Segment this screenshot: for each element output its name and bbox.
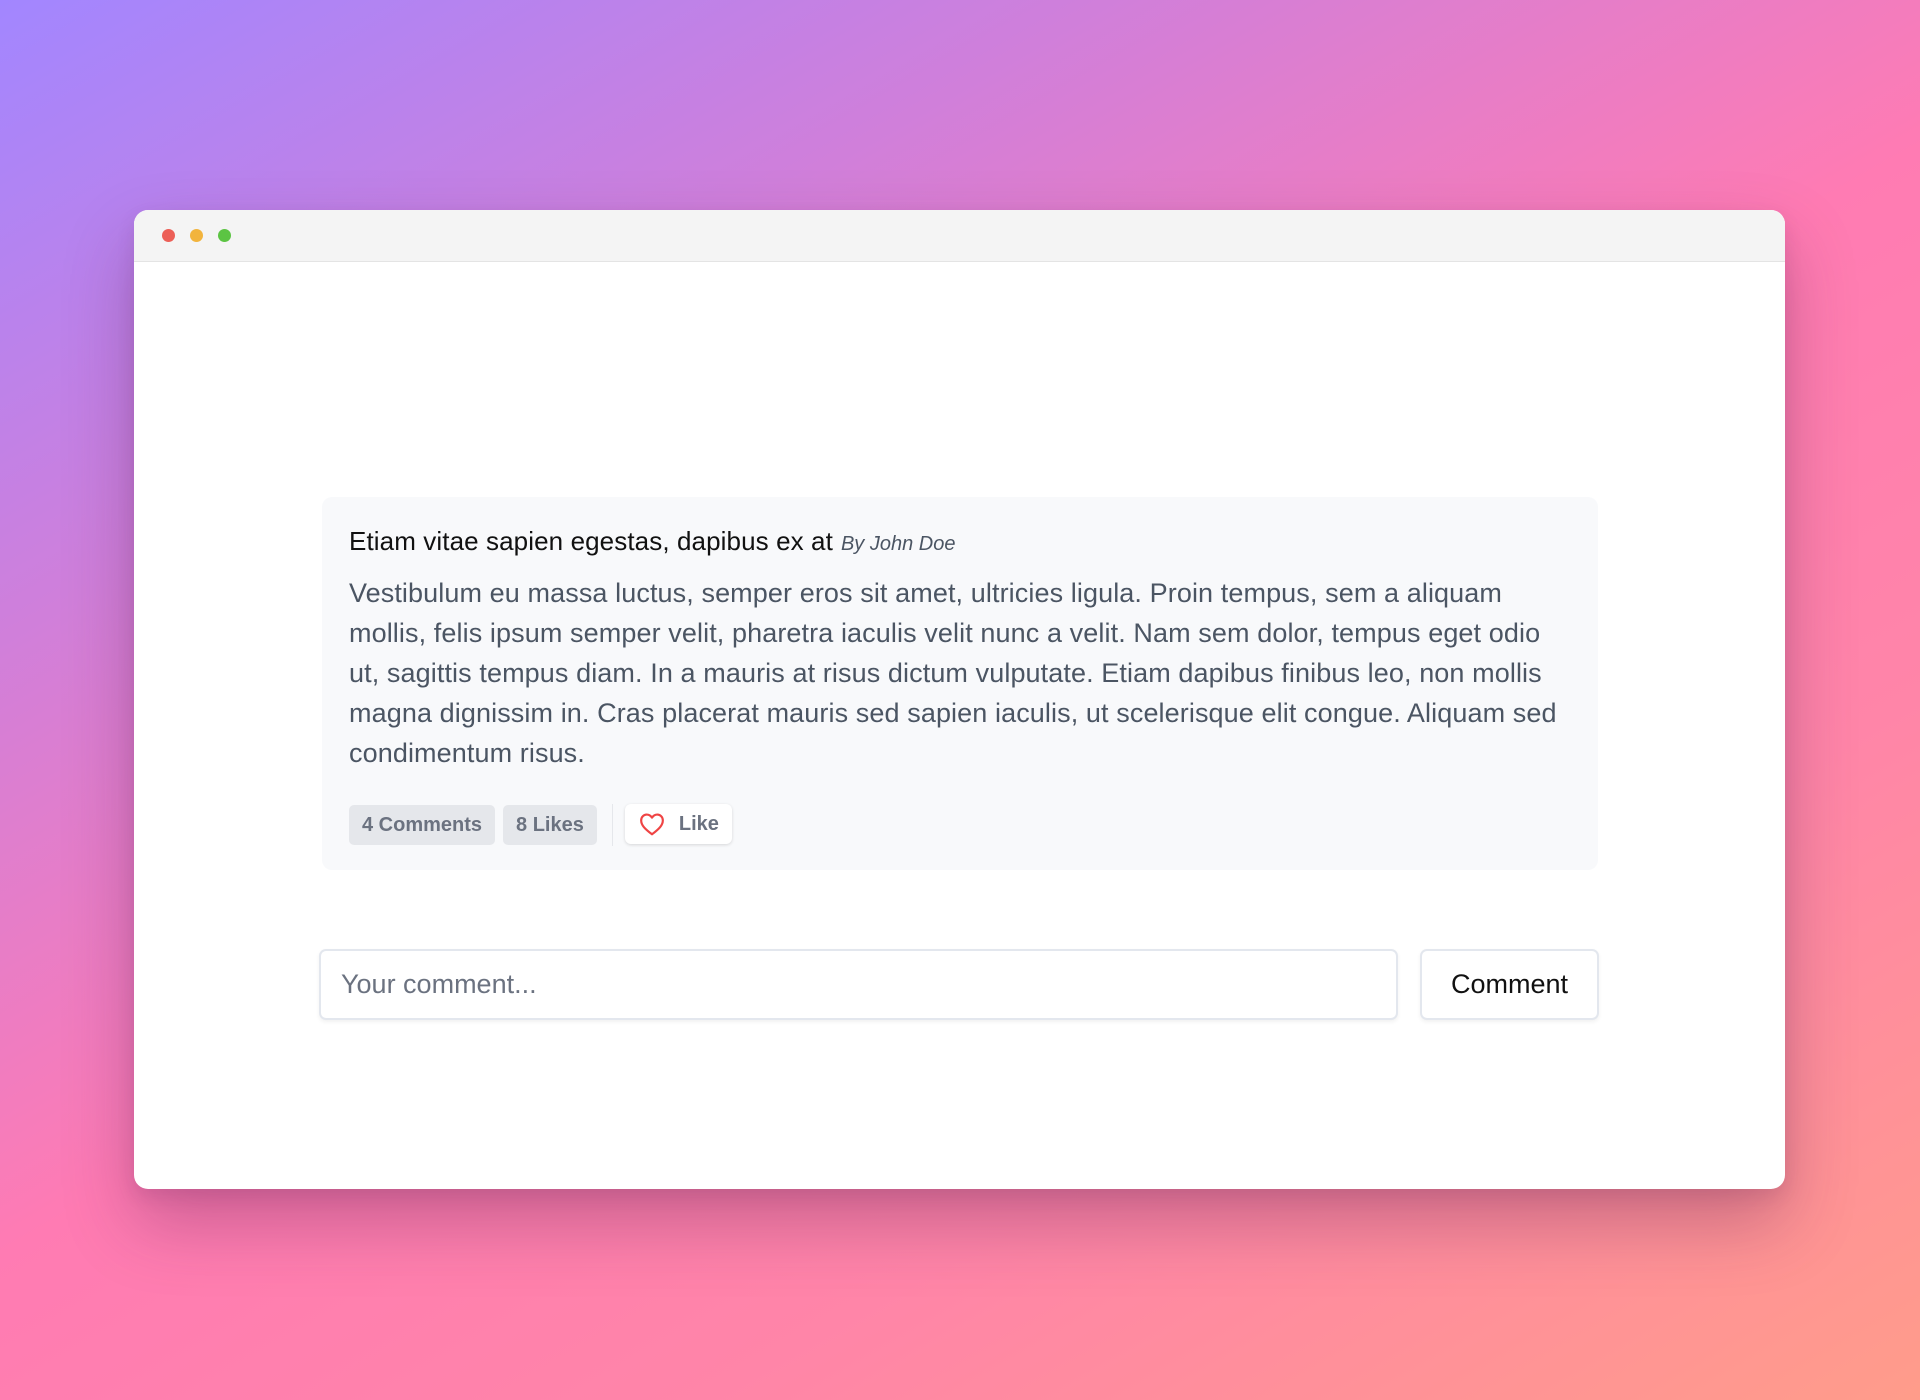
post-author: By John Doe [840,533,956,555]
minimize-window-button[interactable] [190,229,203,242]
comment-input[interactable] [319,949,1398,1020]
post-body: Vestibulum eu massa luctus, semper eros … [349,578,1557,768]
heart-icon [639,812,665,836]
comments-count-badge: 4 Comments [349,805,496,845]
post-actions: 4 Comments 8 Likes Like [349,804,732,846]
close-window-button[interactable] [162,229,175,242]
window-titlebar [134,210,1785,262]
post-header: Etiam vitae sapien egestas, dapibus ex a… [349,526,1571,557]
like-button-label: Like [678,812,719,835]
maximize-window-button[interactable] [218,229,231,242]
browser-window: Etiam vitae sapien egestas, dapibus ex a… [134,210,1785,1189]
like-button[interactable]: Like [624,804,732,844]
actions-divider [611,804,613,846]
likes-count-badge: 8 Likes [503,805,597,845]
post-title: Etiam vitae sapien egestas, dapibus ex a… [349,526,833,556]
comment-submit-button[interactable]: Comment [1420,949,1599,1020]
comment-form: Comment [319,949,1599,1020]
post-card: Etiam vitae sapien egestas, dapibus ex a… [322,497,1598,870]
